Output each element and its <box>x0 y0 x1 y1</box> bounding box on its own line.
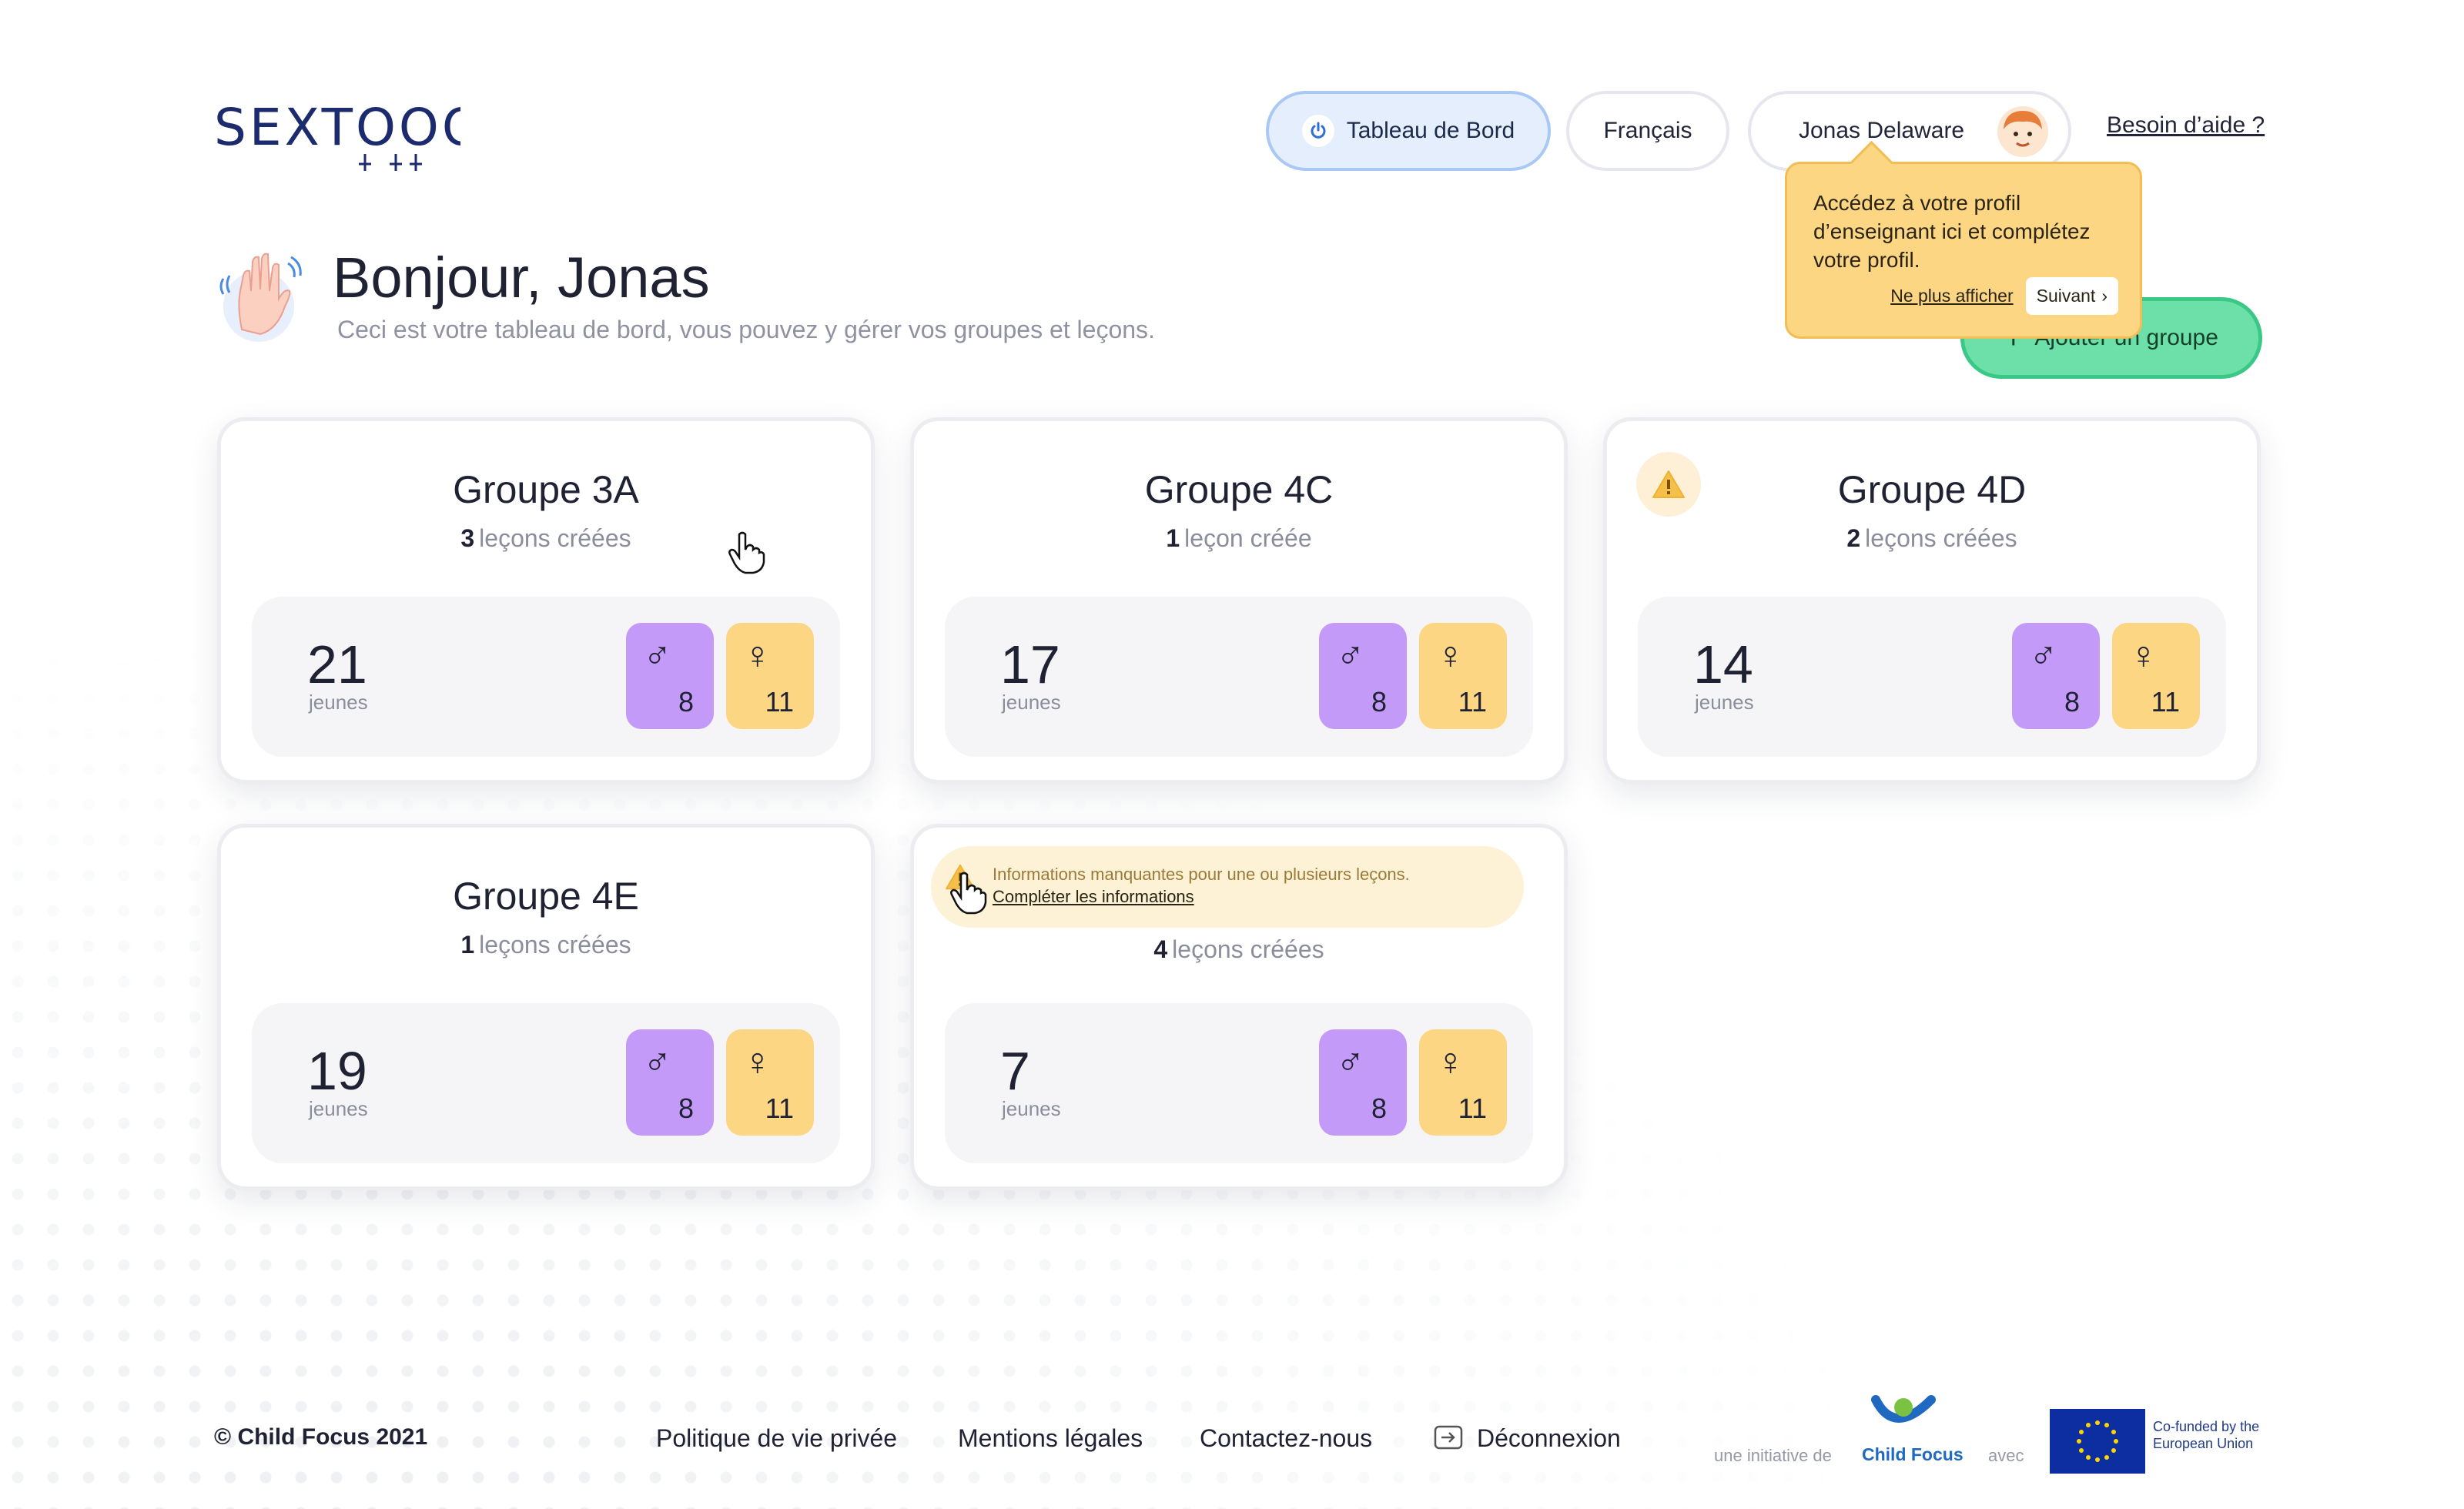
boys-count-box: ♂ 8 <box>626 623 714 729</box>
female-icon: ♀ <box>743 1040 772 1083</box>
avatar <box>1996 105 2050 159</box>
user-profile-button[interactable]: Jonas Delaware <box>1748 91 2071 171</box>
group-card[interactable]: Groupe 4E 1 leçons créées 19 jeunes ♂ 8 ♀… <box>217 824 875 1190</box>
girls-count-box: ♀ 11 <box>726 1029 814 1136</box>
male-icon: ♂ <box>1336 1040 1365 1083</box>
user-name: Jonas Delaware <box>1799 118 1965 143</box>
male-icon: ♂ <box>643 1040 672 1083</box>
nav-dashboard-label: Tableau de Bord <box>1346 118 1515 143</box>
tooltip-next-label: Suivant <box>2036 286 2096 306</box>
group-stats: 7 jeunes ♂ 8 ♀ 11 <box>945 1003 1533 1163</box>
girls-count: 11 <box>1458 1092 1487 1124</box>
lessons-count: 1 leçons créées <box>460 931 631 959</box>
boys-count-box: ♂ 8 <box>1319 1029 1407 1136</box>
group-card[interactable]: Informations manquantes pour une ou plus… <box>910 824 1568 1190</box>
logout-link[interactable]: Déconnexion <box>1434 1424 1621 1456</box>
group-stats: 14 jeunes ♂ 8 ♀ 11 <box>1638 597 2226 757</box>
with-label: avec <box>1988 1446 2024 1465</box>
footer-copyright: © Child Focus 2021 <box>214 1424 428 1450</box>
boys-count-box: ♂ 8 <box>2012 623 2100 729</box>
missing-info-banner: Informations manquantes pour une ou plus… <box>931 846 1524 928</box>
total-youth-label: jeunes <box>309 691 368 714</box>
boys-count: 8 <box>678 686 694 718</box>
total-youth: 14 <box>1693 634 1753 694</box>
group-card[interactable]: Groupe 3A 3 leçons créées 21 jeunes ♂ 8 ♀… <box>217 417 875 784</box>
lessons-count: 3 leçons créées <box>460 524 631 552</box>
total-youth-label: jeunes <box>309 1097 368 1120</box>
total-youth-label: jeunes <box>1002 1097 1061 1120</box>
eu-flag-icon <box>2050 1409 2145 1474</box>
lessons-count: 4 leçons créées <box>1153 935 1324 963</box>
language-label: Français <box>1603 118 1692 143</box>
boys-count: 8 <box>678 1092 694 1124</box>
total-youth: 19 <box>307 1041 367 1101</box>
girls-count-box: ♀ 11 <box>1419 623 1507 729</box>
power-icon <box>1301 115 1334 147</box>
logout-label: Déconnexion <box>1477 1424 1621 1452</box>
girls-count-box: ♀ 11 <box>1419 1029 1507 1136</box>
missing-info-text: Informations manquantes pour une ou plus… <box>993 865 1410 884</box>
boys-count: 8 <box>1371 1092 1387 1124</box>
legal-link[interactable]: Mentions légales <box>958 1424 1143 1453</box>
tooltip-dismiss-link[interactable]: Ne plus afficher <box>1890 282 2013 310</box>
profile-tooltip: Accédez à votre profil d’enseignant ici … <box>1785 162 2142 339</box>
girls-count-box: ♀ 11 <box>726 623 814 729</box>
boys-count-box: ♂ 8 <box>626 1029 714 1136</box>
female-icon: ♀ <box>743 634 772 677</box>
girls-count: 11 <box>765 686 794 718</box>
contact-link[interactable]: Contactez-nous <box>1200 1424 1372 1453</box>
tooltip-next-button[interactable]: Suivant › <box>2025 277 2118 315</box>
language-selector[interactable]: Français <box>1566 91 1729 171</box>
chevron-right-icon: › <box>2101 286 2107 306</box>
total-youth-label: jeunes <box>1695 691 1754 714</box>
lessons-count: 1 leçon créée <box>1166 524 1312 552</box>
svg-text:SEXTOOOH: SEXTOOOH <box>214 98 460 157</box>
hand-cursor-icon <box>728 531 765 578</box>
child-focus-label: Child Focus <box>1862 1444 1964 1464</box>
girls-count: 11 <box>1458 686 1487 718</box>
eu-cofunded-label: Co-funded by the European Union <box>2153 1419 2260 1451</box>
girls-count: 11 <box>2151 686 2180 718</box>
boys-count-box: ♂ 8 <box>1319 623 1407 729</box>
boys-count: 8 <box>1371 686 1387 718</box>
page-subtitle: Ceci est votre tableau de bord, vous pou… <box>337 316 1155 343</box>
tooltip-text: Accédez à votre profil d’enseignant ici … <box>1813 191 2091 272</box>
group-stats: 17 jeunes ♂ 8 ♀ 11 <box>945 597 1533 757</box>
group-name: Groupe 4D <box>1837 468 2027 511</box>
group-card[interactable]: Groupe 4C 1 leçon créée 17 jeunes ♂ 8 ♀ 1… <box>910 417 1568 784</box>
group-stats: 19 jeunes ♂ 8 ♀ 11 <box>252 1003 840 1163</box>
total-youth: 7 <box>1000 1041 1030 1101</box>
female-icon: ♀ <box>1436 634 1465 677</box>
logo[interactable]: SEXTOOOH <box>214 91 523 176</box>
logout-icon <box>1434 1425 1463 1456</box>
male-icon: ♂ <box>1336 634 1365 677</box>
initiative-label: une initiative de <box>1714 1446 1832 1465</box>
male-icon: ♂ <box>2029 634 2058 677</box>
girls-count: 11 <box>765 1092 794 1124</box>
group-name: Groupe 4C <box>1144 468 1334 511</box>
male-icon: ♂ <box>643 634 672 677</box>
total-youth: 17 <box>1000 634 1060 694</box>
total-youth: 21 <box>307 634 367 694</box>
complete-info-link[interactable]: Compléter les informations <box>993 885 1524 908</box>
total-youth-label: jeunes <box>1002 691 1061 714</box>
nav-dashboard-button[interactable]: Tableau de Bord <box>1266 91 1551 171</box>
waving-hand-icon <box>214 245 306 345</box>
page-title: Bonjour, Jonas <box>333 246 710 309</box>
female-icon: ♀ <box>2129 634 2158 677</box>
group-name: Groupe 3A <box>453 468 639 511</box>
boys-count: 8 <box>2064 686 2080 718</box>
girls-count-box: ♀ 11 <box>2112 623 2200 729</box>
female-icon: ♀ <box>1436 1040 1465 1083</box>
hand-cursor-icon <box>950 872 987 918</box>
group-stats: 21 jeunes ♂ 8 ♀ 11 <box>252 597 840 757</box>
privacy-link[interactable]: Politique de vie privée <box>656 1424 897 1453</box>
lessons-count: 2 leçons créées <box>1846 524 2017 552</box>
group-name: Groupe 4E <box>453 875 639 918</box>
help-link[interactable]: Besoin d’aide ? <box>2107 112 2265 139</box>
group-card[interactable]: Groupe 4D 2 leçons créées 14 jeunes ♂ 8 ♀… <box>1603 417 2261 784</box>
